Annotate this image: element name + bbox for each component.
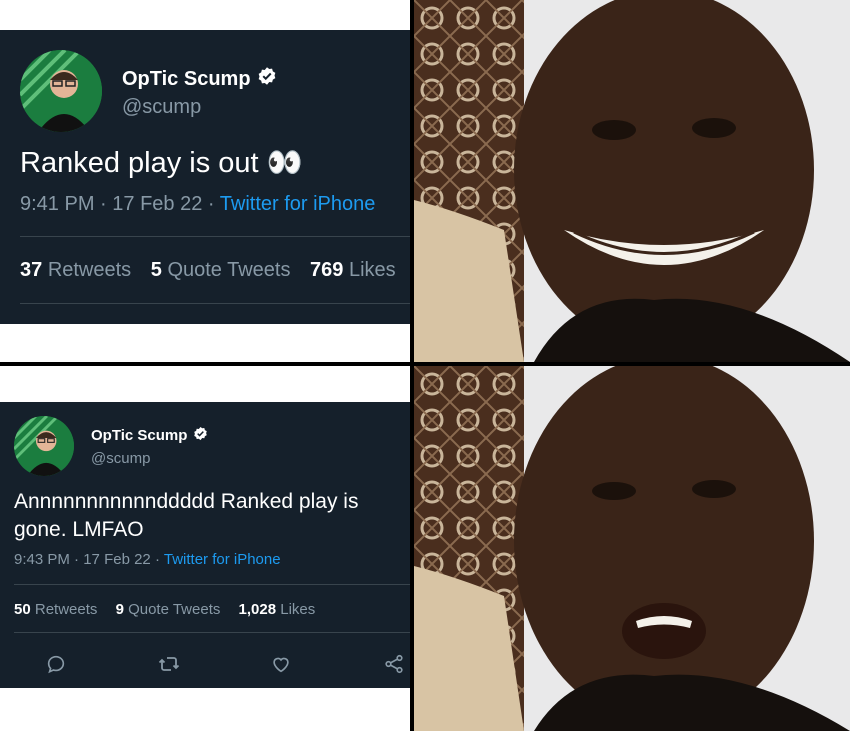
tweet-text: Ranked play is out 👀 (20, 147, 303, 179)
likes-stat[interactable]: 769 Likes (310, 259, 396, 281)
bottom-tweet-card: OpTic Scump @scump Annnnnnnnnnnddddd Ran… (0, 402, 410, 688)
handle[interactable]: @scump (91, 450, 150, 467)
tweet-timestamp[interactable]: 9:41 PM · 17 Feb 22 · Twitter for iPhone (20, 193, 375, 216)
tweet-actions (44, 652, 406, 676)
share-icon[interactable] (382, 652, 406, 676)
heart-icon[interactable] (269, 652, 293, 676)
tweet-source-link[interactable]: Twitter for iPhone (164, 551, 281, 568)
display-name-text: OpTic Scump (122, 67, 251, 90)
display-name[interactable]: OpTic Scump (91, 426, 208, 445)
quote-tweets-stat[interactable]: 5 Quote Tweets (151, 259, 291, 281)
display-name[interactable]: OpTic Scump (122, 66, 277, 92)
happy-reaction-image (414, 0, 850, 362)
display-name-text: OpTic Scump (91, 427, 188, 444)
tweet-time: 9:41 PM (20, 193, 95, 215)
likes-stat[interactable]: 1,028 Likes (239, 601, 316, 618)
quote-tweets-stat[interactable]: 9 Quote Tweets (116, 601, 221, 618)
tweet-time: 9:43 PM (14, 551, 70, 568)
retweet-icon[interactable] (157, 652, 181, 676)
verified-badge-icon (193, 426, 208, 445)
handle[interactable]: @scump (122, 96, 201, 119)
tweet-date: 17 Feb 22 (83, 551, 151, 568)
tweet-date: 17 Feb 22 (112, 193, 203, 215)
top-tweet-card: OpTic Scump @scump Ranked play is out 👀 … (0, 30, 410, 324)
verified-badge-icon (257, 66, 277, 92)
divider (20, 303, 410, 304)
divider (14, 632, 410, 633)
reply-icon[interactable] (44, 652, 68, 676)
sad-reaction-image (414, 366, 850, 731)
avatar[interactable] (14, 416, 74, 476)
avatar[interactable] (20, 50, 102, 132)
tweet-timestamp[interactable]: 9:43 PM · 17 Feb 22 · Twitter for iPhone (14, 551, 281, 568)
divider (20, 236, 410, 237)
tweet-source-link[interactable]: Twitter for iPhone (220, 193, 376, 215)
retweets-stat[interactable]: 37 Retweets (20, 259, 131, 281)
tweet-text: Annnnnnnnnnnddddd Ranked play is gone. L… (14, 490, 359, 541)
divider (14, 584, 410, 585)
retweets-stat[interactable]: 50 Retweets (14, 601, 97, 618)
tweet-stats: 37 Retweets 5 Quote Tweets 769 Likes (20, 259, 410, 282)
tweet-stats: 50 Retweets 9 Quote Tweets 1,028 Likes (14, 601, 329, 618)
